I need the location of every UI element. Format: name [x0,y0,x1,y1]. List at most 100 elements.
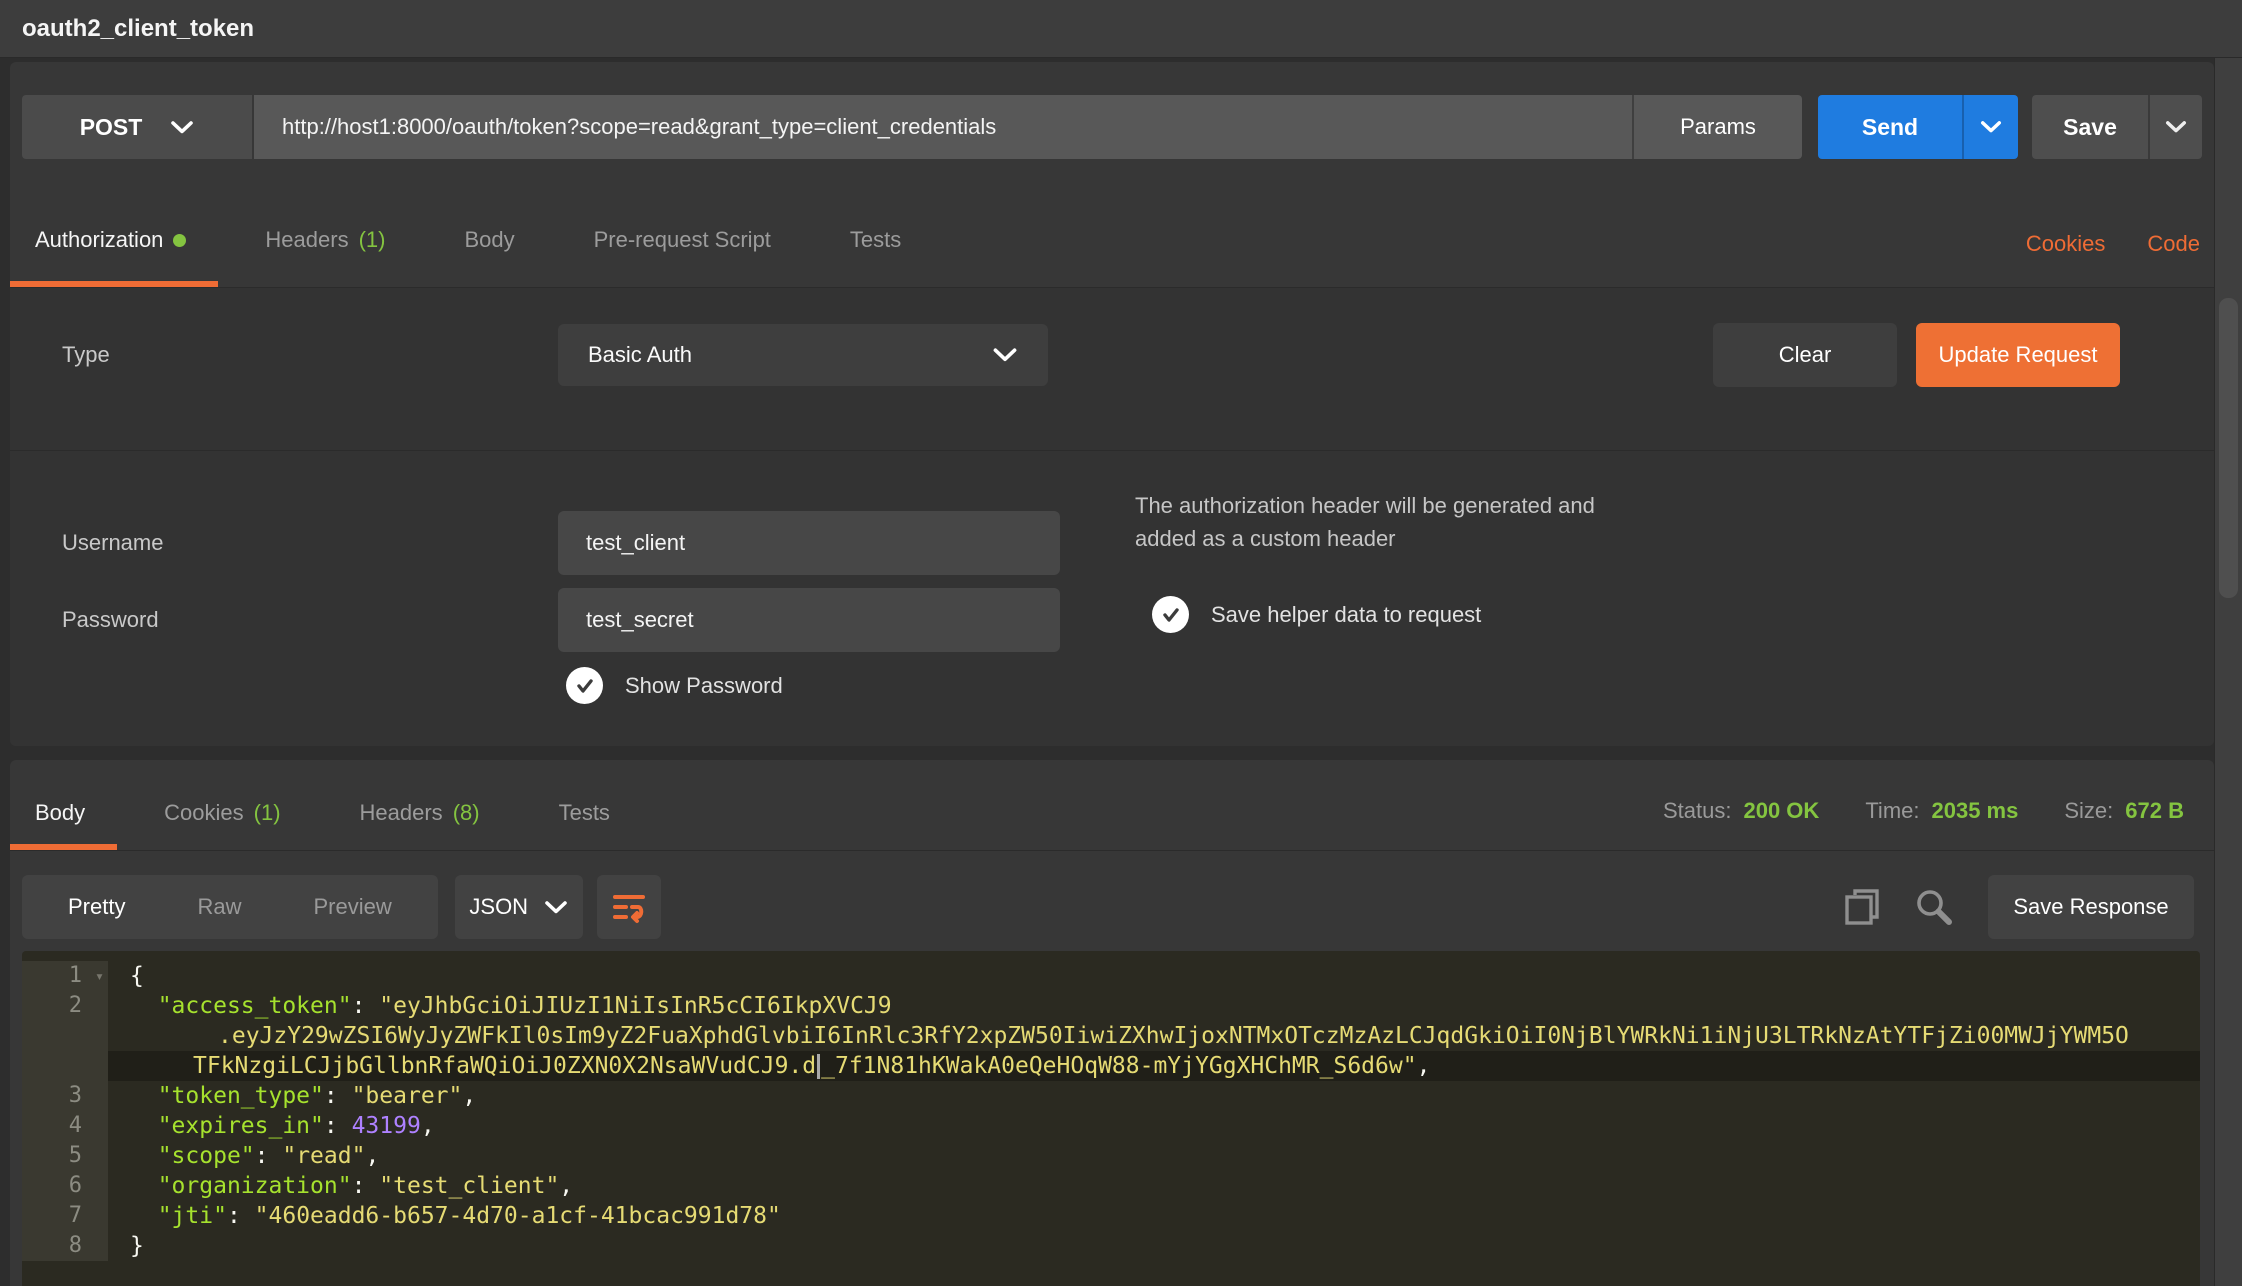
text-cursor [817,1054,820,1079]
tab-response-tests[interactable]: Tests [534,800,642,850]
code-text: "organization": "test_client", [108,1171,2200,1201]
tab-authorization[interactable]: Authorization [10,227,218,287]
status-label: Status: [1663,798,1731,824]
auth-credentials: Username test_client Password test_secre… [10,451,2214,746]
clear-button[interactable]: Clear [1713,323,1897,387]
send-label[interactable]: Send [1818,95,1962,159]
main-content: POST http://host1:8000/oauth/token?scope… [10,58,2214,1286]
checkmark-icon [1152,596,1189,633]
code-line: 1▾{ [22,961,2200,991]
request-links: Cookies Code [2026,231,2214,287]
send-button[interactable]: Send [1818,95,2018,159]
tab-response-body[interactable]: Body [10,800,117,850]
line-number: 4 [22,1111,108,1141]
line-number [22,1021,108,1051]
code-line: .eyJzY29wZSI6WyJyZWFkIl0sIm9yZ2FuaXphdGl… [22,1021,2200,1051]
fold-caret-icon[interactable]: ▾ [95,961,104,991]
method-select[interactable]: POST [22,95,252,159]
send-options-button[interactable] [1962,95,2018,159]
view-pretty-button[interactable]: Pretty [32,894,161,920]
line-number: 5 [22,1141,108,1171]
request-bar: POST http://host1:8000/oauth/token?scope… [10,62,2214,159]
code-text: TFkNzgiLCJjbGllbnRfaWQiOiJ0ZXN0X2NsaWVud… [108,1051,2200,1081]
line-number: 2 [22,991,108,1021]
line-number: 6 [22,1171,108,1201]
line-number: 8 [22,1231,108,1261]
resp-headers-count-badge: (8) [453,800,480,826]
title-bar: oauth2_client_token [0,0,2242,58]
code-text: "expires_in": 43199, [108,1111,2200,1141]
search-icon[interactable] [1912,885,1956,929]
view-mode-switch: Pretty Raw Preview [22,875,438,939]
code-line: 8} [22,1231,2200,1261]
tab-pre-request-script[interactable]: Pre-request Script [569,227,803,287]
params-button[interactable]: Params [1632,95,1802,159]
authorization-editor: Type Basic Auth Clear Update Request Use… [10,288,2214,746]
code-line: TFkNzgiLCJjbGllbnRfaWQiOiJ0ZXN0X2NsaWVud… [22,1051,2200,1081]
code-link[interactable]: Code [2147,231,2200,257]
view-raw-button[interactable]: Raw [161,894,277,920]
code-text: } [108,1231,2200,1261]
request-panel: POST http://host1:8000/oauth/token?scope… [10,62,2214,746]
copy-button[interactable] [1840,885,1884,929]
save-options-button[interactable] [2148,95,2202,159]
show-password-label: Show Password [625,673,783,699]
save-response-button[interactable]: Save Response [1988,875,2194,939]
response-meta: Status:200 OK Time:2035 ms Size:672 B [1663,798,2214,850]
cookies-link[interactable]: Cookies [2026,231,2105,257]
tab-response-cookies[interactable]: Cookies (1) [139,800,312,850]
password-field[interactable]: test_secret [558,588,1060,652]
time-value: 2035 ms [1932,798,2019,824]
line-number: 7 [22,1201,108,1231]
show-password-checkbox[interactable]: Show Password [566,667,783,704]
code-line: 4 "expires_in": 43199, [22,1111,2200,1141]
cookies-count-badge: (1) [254,800,281,826]
chevron-down-icon [992,347,1018,363]
size-value: 672 B [2125,798,2184,824]
password-label: Password [62,588,159,652]
scrollbar-thumb[interactable] [2219,298,2238,598]
headers-count-badge: (1) [359,227,386,253]
type-label: Type [62,324,110,386]
username-field[interactable]: test_client [558,511,1060,575]
save-helper-checkbox[interactable]: Save helper data to request [1152,596,1481,633]
tab-response-headers[interactable]: Headers (8) [335,800,512,850]
code-text: "token_type": "bearer", [108,1081,2200,1111]
checkmark-icon [566,667,603,704]
response-panel: Body Cookies (1) Headers (8) Tests Statu… [10,760,2214,1286]
username-label: Username [62,511,163,575]
method-label: POST [80,114,143,141]
code-text: "jti": "460eadd6-b657-4d70-a1cf-41bcac99… [108,1201,2200,1231]
save-helper-label: Save helper data to request [1211,602,1481,628]
wrap-lines-button[interactable] [597,875,661,939]
code-line: 3 "token_type": "bearer", [22,1081,2200,1111]
wrap-lines-icon [611,889,647,925]
url-input[interactable]: http://host1:8000/oauth/token?scope=read… [254,114,1632,140]
tab-headers[interactable]: Headers (1) [240,227,417,287]
auth-type-select[interactable]: Basic Auth [558,324,1048,386]
time-label: Time: [1865,798,1919,824]
toolbar-right: Save Response [1840,875,2194,939]
format-select[interactable]: JSON [455,875,583,939]
window-scrollbar[interactable] [2214,58,2242,1286]
view-preview-button[interactable]: Preview [277,894,427,920]
auth-type-row: Type Basic Auth Clear Update Request [10,288,2214,450]
tab-body[interactable]: Body [439,227,546,287]
response-tabs: Body Cookies (1) Headers (8) Tests Statu… [10,760,2214,851]
line-number: 3 [22,1081,108,1111]
code-line: 7 "jti": "460eadd6-b657-4d70-a1cf-41bcac… [22,1201,2200,1231]
response-code[interactable]: 1▾{2 "access_token": "eyJhbGciOiJIUzI1Ni… [22,951,2200,1286]
response-toolbar: Pretty Raw Preview JSON [10,851,2214,939]
code-text: { [108,961,2200,991]
save-label[interactable]: Save [2032,95,2148,159]
update-request-button[interactable]: Update Request [1916,323,2120,387]
request-tabs: Authorization Headers (1) Body Pre-reque… [10,159,2214,288]
code-text: .eyJzY29wZSI6WyJyZWFkIl0sIm9yZ2FuaXphdGl… [108,1021,2200,1051]
save-button[interactable]: Save [2032,95,2202,159]
tab-tests[interactable]: Tests [825,227,933,287]
size-label: Size: [2064,798,2113,824]
url-bar: http://host1:8000/oauth/token?scope=read… [254,95,1802,159]
request-title: oauth2_client_token [22,15,254,43]
auth-helper-text: The authorization header will be generat… [1135,489,1595,555]
code-line: 2 "access_token": "eyJhbGciOiJIUzI1NiIsI… [22,991,2200,1021]
